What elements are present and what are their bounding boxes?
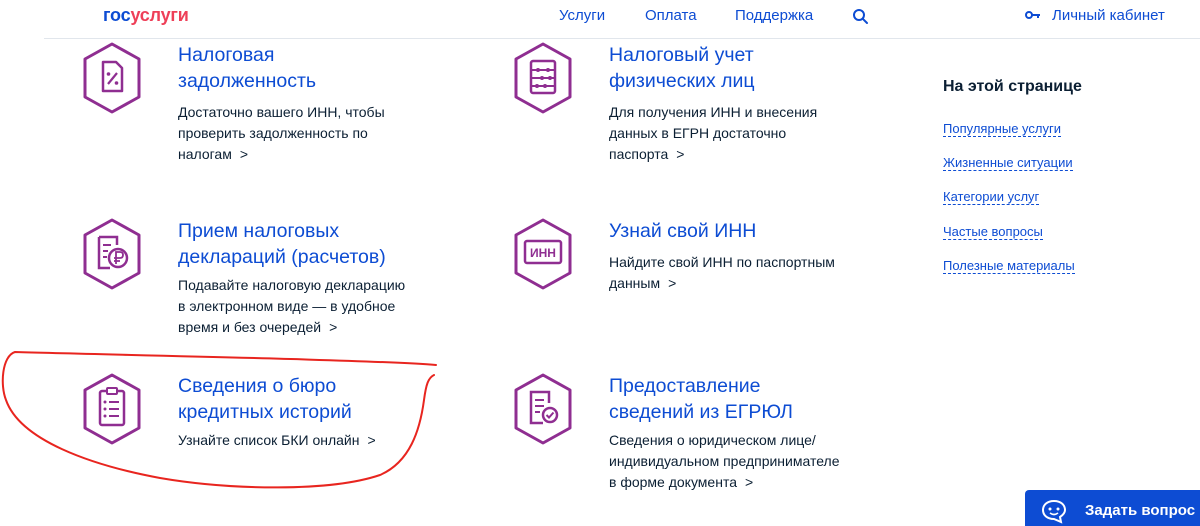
sidebar-link-service-categories[interactable]: Категории услуг [943, 189, 1040, 205]
sidebar-link-useful-materials[interactable]: Полезные материалы [943, 258, 1075, 274]
chevron-right-icon[interactable]: > [329, 317, 337, 338]
document-check-icon [514, 373, 572, 445]
top-header: госуслуги Услуги Оплата Поддержка Личный… [0, 0, 1200, 38]
chevron-right-icon[interactable]: > [745, 472, 753, 493]
chat-robot-icon [1041, 499, 1067, 524]
inn-card-icon: ИНН [514, 218, 572, 290]
sidebar-title: На этой странице [943, 78, 1082, 95]
inn-icon-text: ИНН [530, 246, 556, 260]
card-title[interactable]: Сведения о бюро кредитных историй [178, 373, 478, 425]
card-description: Найдите свой ИНН по паспортным данным > [609, 252, 869, 294]
ask-question-button[interactable]: Задать вопрос [1025, 490, 1200, 526]
nav-services[interactable]: Услуги [559, 7, 605, 24]
sidebar-link-life-situations[interactable]: Жизненные ситуации [943, 155, 1073, 171]
chevron-right-icon[interactable]: > [676, 144, 684, 165]
card-description: Сведения о юридическом лице/индивидуальн… [609, 430, 869, 493]
card-title[interactable]: Налоговая задолженность [178, 42, 478, 94]
card-description: Для получения ИНН и внесения данных в ЕГР… [609, 102, 869, 165]
ask-question-label: Задать вопрос [1085, 502, 1196, 519]
header-divider [44, 38, 1200, 39]
card-title[interactable]: Налоговый учет физических лиц [609, 42, 909, 94]
card-description: Узнайте список БКИ онлайн > [178, 430, 438, 451]
card-description: Достаточно вашего ИНН, чтобы проверить за… [178, 102, 438, 165]
gosuslugi-logo[interactable]: госуслуги [103, 5, 189, 26]
nav-support[interactable]: Поддержка [735, 7, 813, 24]
key-icon [1025, 11, 1040, 19]
chevron-right-icon[interactable]: > [240, 144, 248, 165]
personal-cabinet-link[interactable]: Личный кабинет [1025, 7, 1165, 24]
search-icon[interactable] [852, 8, 870, 26]
cabinet-label: Личный кабинет [1052, 7, 1165, 24]
clipboard-list-icon [83, 373, 141, 445]
nav-payment[interactable]: Оплата [645, 7, 697, 24]
card-title[interactable]: Узнай свой ИНН [609, 218, 909, 244]
abacus-icon [514, 42, 572, 114]
card-title[interactable]: Предоставление сведений из ЕГРЮЛ [609, 373, 909, 425]
ruble-document-icon [83, 218, 141, 290]
sidebar-link-faq[interactable]: Частые вопросы [943, 224, 1043, 240]
chevron-right-icon[interactable]: > [367, 430, 375, 451]
chevron-right-icon[interactable]: > [668, 273, 676, 294]
card-description: Подавайте налоговую декларацию в электрон… [178, 275, 438, 338]
logo-part-uslugi: услуги [130, 5, 189, 25]
sidebar-link-popular-services[interactable]: Популярные услуги [943, 121, 1061, 137]
logo-part-gos: гос [103, 5, 131, 25]
card-title[interactable]: Прием налоговых деклараций (расчетов) [178, 218, 478, 270]
percent-document-icon [83, 42, 141, 114]
